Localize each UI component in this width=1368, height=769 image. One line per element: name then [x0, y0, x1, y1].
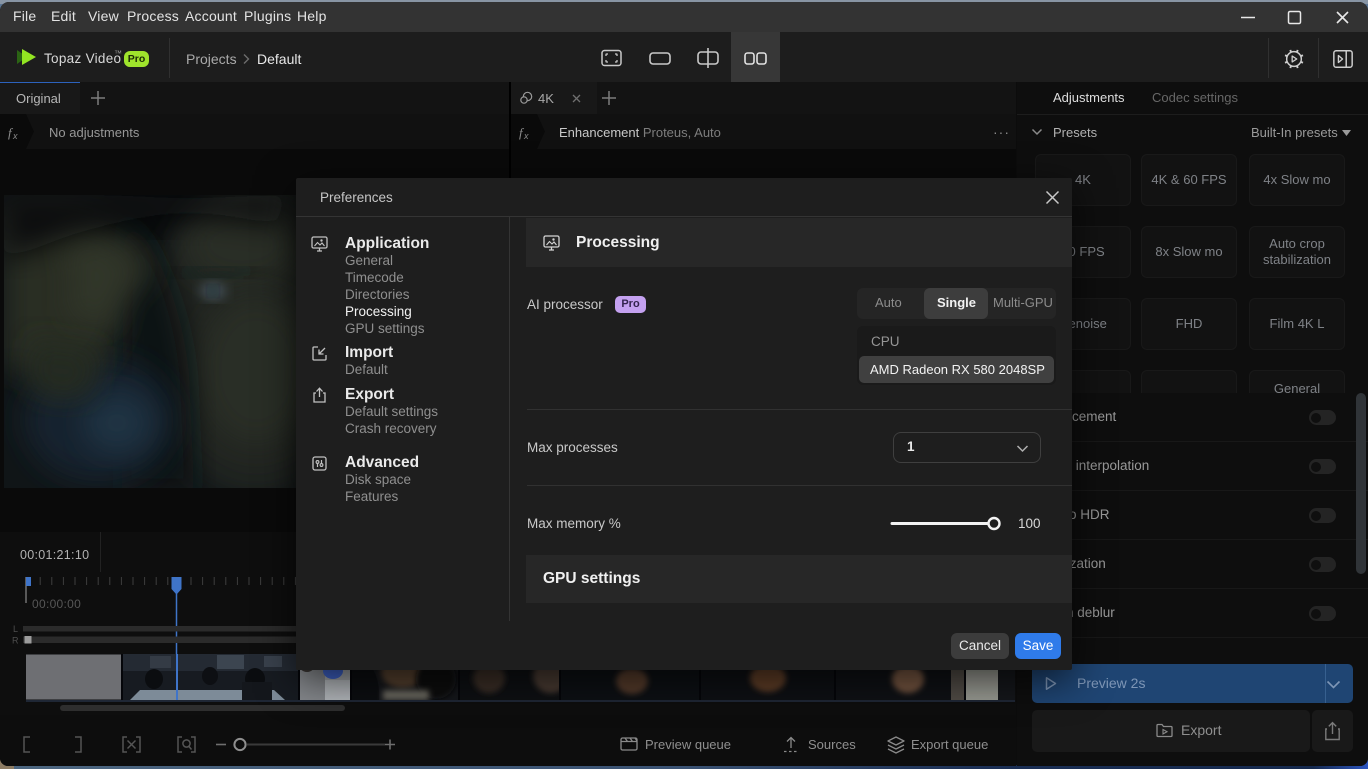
- svg-text:R: R: [12, 636, 19, 646]
- svg-text:L: L: [13, 624, 18, 634]
- svg-text:x: x: [12, 131, 18, 141]
- svg-text:00:00:00: 00:00:00: [32, 597, 81, 611]
- svg-text:x: x: [523, 131, 529, 141]
